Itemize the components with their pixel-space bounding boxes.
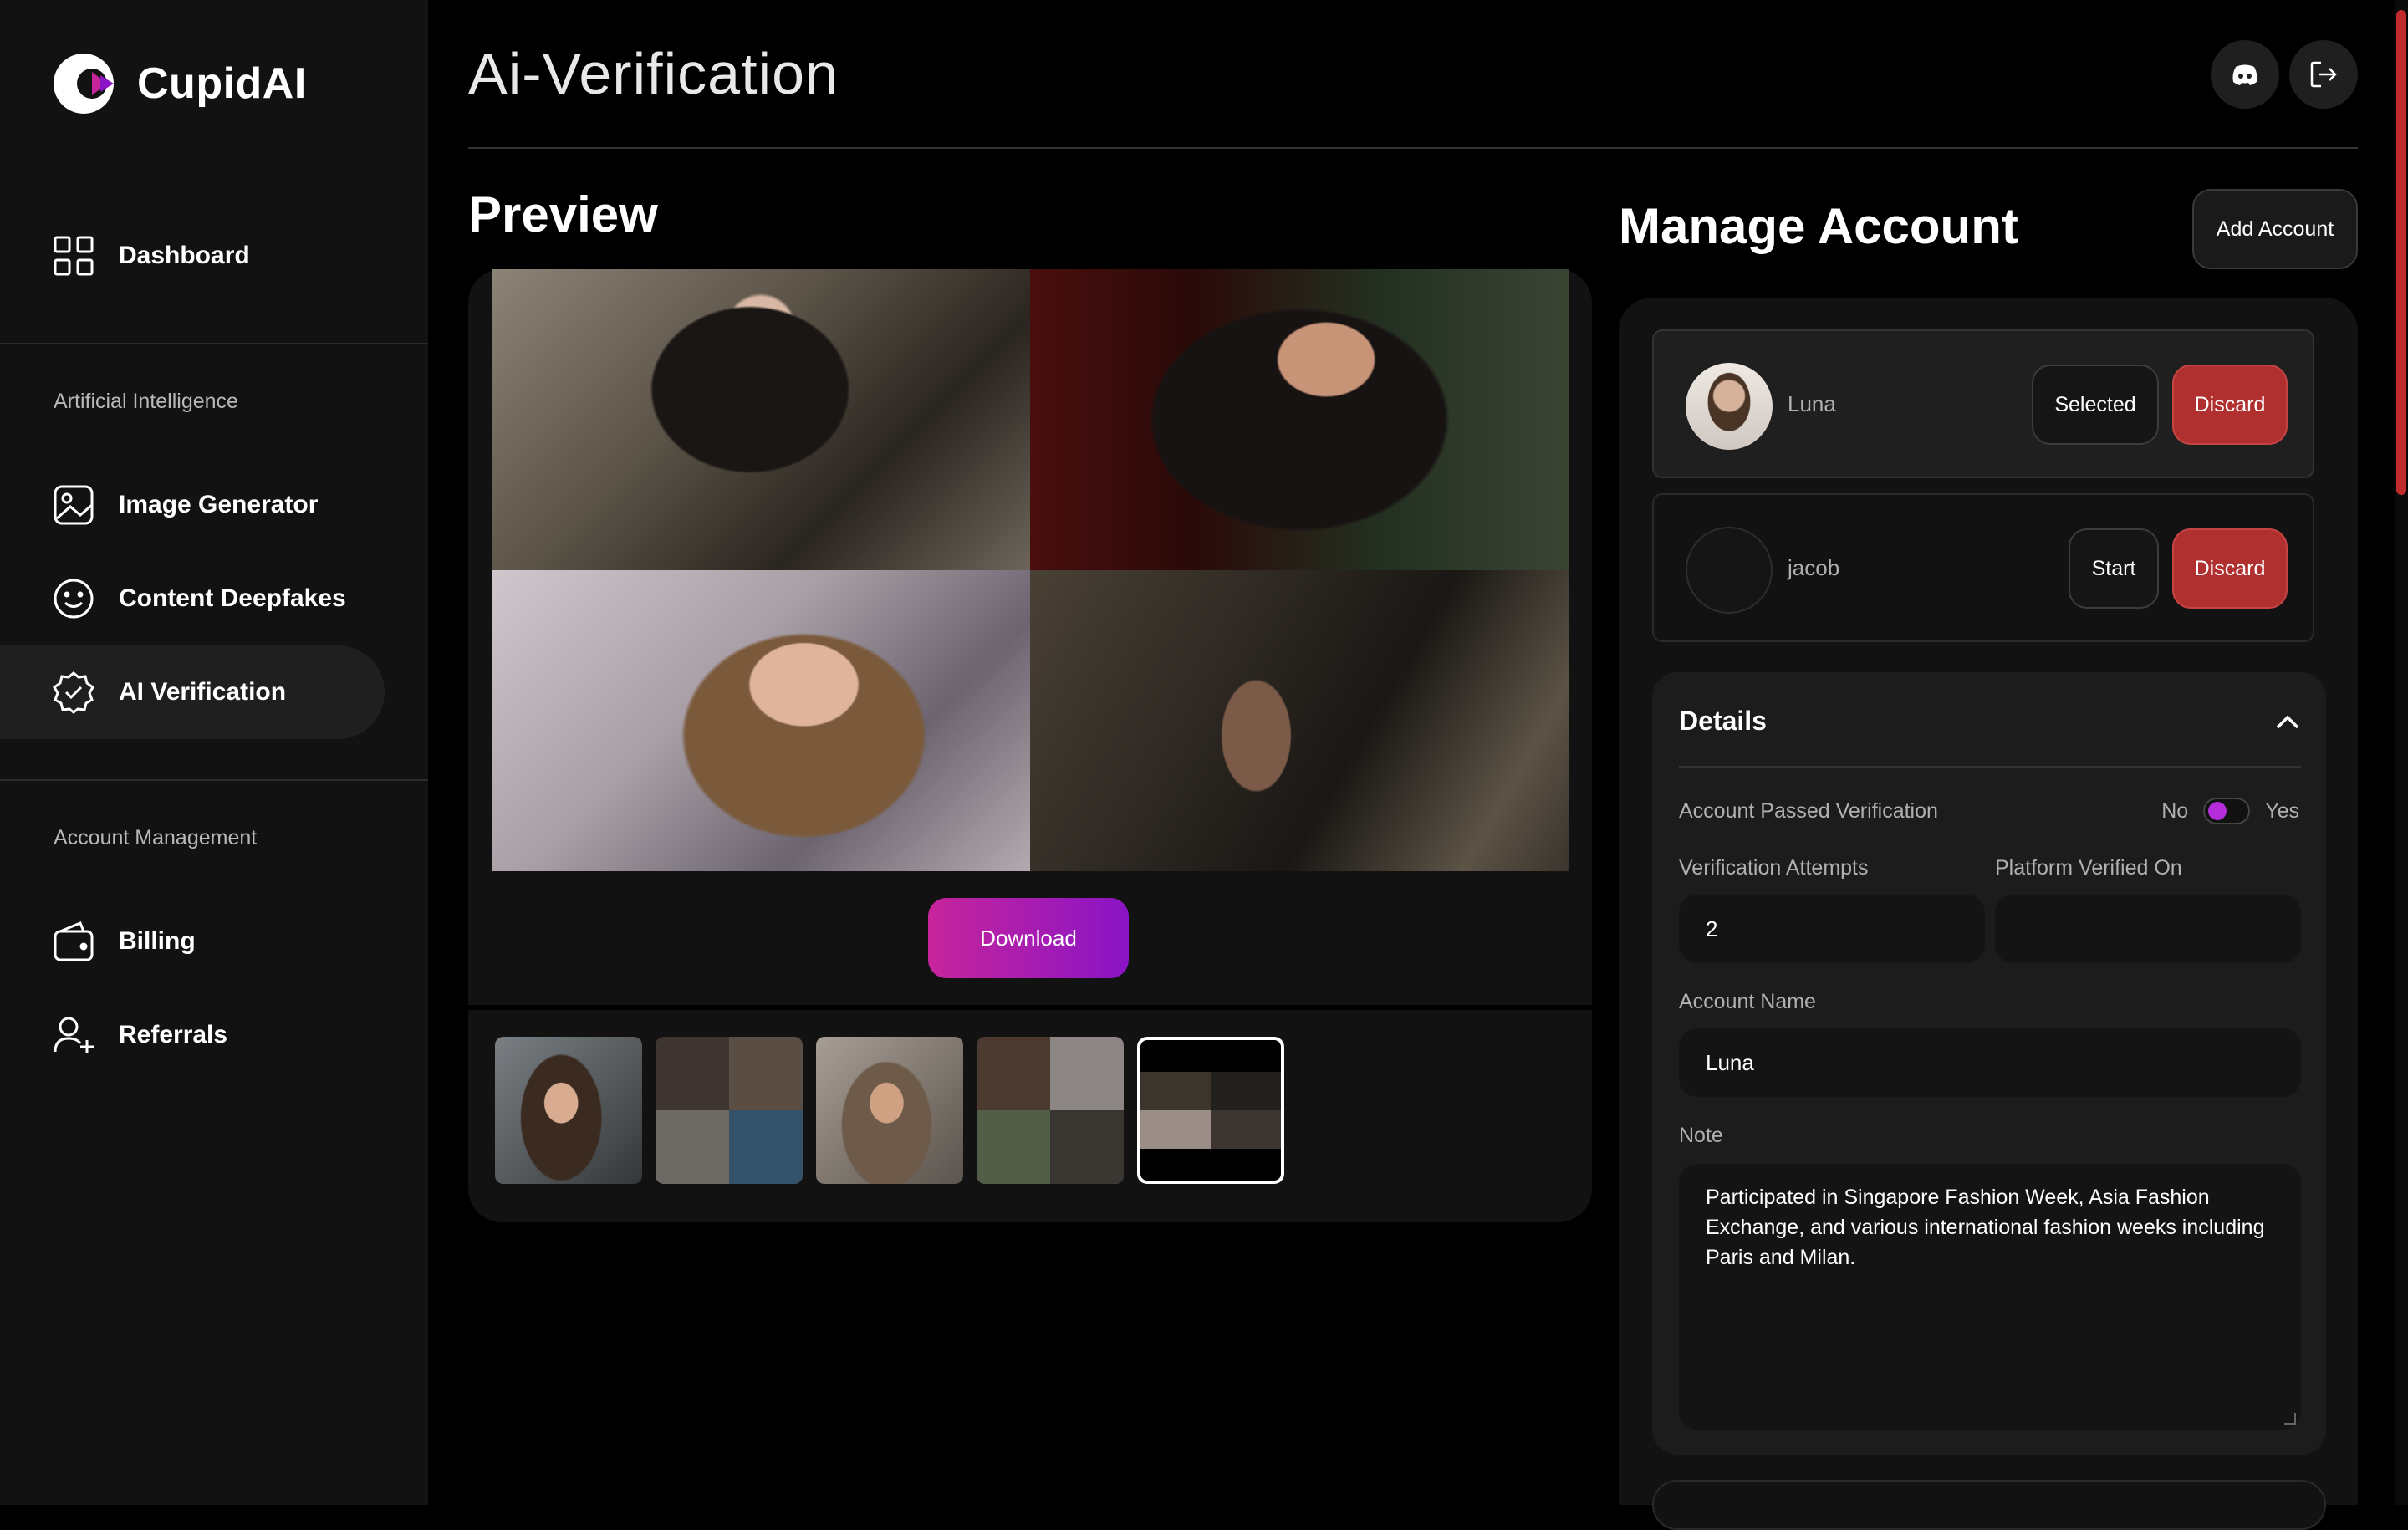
- note-label: Note: [1679, 1124, 1723, 1147]
- thumbnail[interactable]: [495, 1037, 642, 1184]
- image-icon: [54, 485, 94, 525]
- avatar: [1686, 363, 1773, 450]
- add-user-icon: [54, 1017, 94, 1053]
- sidebar-item-billing[interactable]: Billing: [0, 895, 385, 988]
- sidebar-item-label: Dashboard: [119, 242, 250, 269]
- dashboard-grid-icon: [54, 236, 94, 276]
- sidebar-item-referrals[interactable]: Referrals: [0, 988, 385, 1082]
- sidebar-divider: [0, 343, 428, 344]
- platform-input[interactable]: [1995, 895, 2301, 963]
- account-name-label: Account Name: [1679, 990, 1816, 1013]
- verified-badge-icon: [53, 671, 94, 714]
- verification-toggle-group: No Yes: [2161, 798, 2299, 824]
- platform-label: Platform Verified On: [1995, 856, 2182, 880]
- thumbnail-selected[interactable]: [1137, 1037, 1284, 1184]
- details-title: Details: [1679, 706, 1767, 736]
- thumbnail[interactable]: [656, 1037, 803, 1184]
- section-label-ai: Artificial Intelligence: [54, 390, 238, 413]
- discard-button[interactable]: Discard: [2172, 365, 2288, 445]
- chevron-up-icon[interactable]: [2269, 704, 2306, 741]
- thumbnail[interactable]: [816, 1037, 963, 1184]
- discard-button[interactable]: Discard: [2172, 528, 2288, 609]
- account-row[interactable]: Luna Selected Discard: [1652, 329, 2314, 478]
- logo[interactable]: CupidAI: [52, 50, 307, 117]
- selected-button[interactable]: Selected: [2032, 365, 2159, 445]
- verification-toggle[interactable]: [2203, 798, 2251, 824]
- start-button[interactable]: Start: [2069, 528, 2159, 609]
- logout-icon: [2310, 61, 2337, 88]
- cupidai-logo-icon: [54, 54, 114, 114]
- thumbnail-strip: [495, 1037, 1284, 1184]
- avatar-placeholder: [1686, 527, 1773, 614]
- preview-image: [492, 269, 1030, 570]
- account-name-input[interactable]: Luna: [1679, 1028, 2301, 1097]
- account-row[interactable]: jacob Start Discard: [1652, 493, 2314, 642]
- sidebar-item-label: Referrals: [119, 1021, 228, 1048]
- smile-icon: [54, 579, 94, 619]
- sidebar-divider: [0, 779, 428, 781]
- logout-button[interactable]: [2289, 40, 2358, 109]
- sidebar-item-image-generator[interactable]: Image Generator: [0, 458, 385, 552]
- preview-image: [1030, 269, 1569, 570]
- toggle-yes-label: Yes: [2265, 798, 2299, 823]
- preview-image-grid: [492, 269, 1569, 871]
- sidebar-item-label: Image Generator: [119, 491, 319, 518]
- section-label-account-management: Account Management: [54, 826, 258, 849]
- thumbnail-image: [1140, 1072, 1281, 1149]
- thumbnail[interactable]: [977, 1037, 1124, 1184]
- details-panel: Details Account Passed Verification No Y…: [1652, 672, 2326, 1455]
- sidebar-item-label: Content Deepfakes: [119, 584, 346, 612]
- scrollbar-thumb[interactable]: [2396, 10, 2406, 495]
- sidebar-item-ai-verification[interactable]: AI Verification: [0, 645, 385, 739]
- account-name: Luna: [1788, 391, 1836, 416]
- page-title: Ai-Verification: [468, 41, 839, 106]
- account-name: jacob: [1788, 555, 1840, 580]
- note-text: Participated in Singapore Fashion Week, …: [1706, 1186, 2265, 1269]
- passed-verification-label: Account Passed Verification: [1679, 799, 1938, 823]
- manage-account-title: Manage Account: [1619, 198, 2018, 254]
- preview-divider: [468, 1005, 1592, 1010]
- sidebar-item-label: Billing: [119, 927, 196, 955]
- app-name: CupidAI: [137, 59, 307, 108]
- preview-image: [1030, 570, 1569, 871]
- discord-button[interactable]: [2211, 40, 2279, 109]
- details-divider: [1679, 766, 2301, 768]
- sidebar: CupidAI Dashboard Artificial Intelligenc…: [0, 0, 428, 1505]
- accounts-panel: Luna Selected Discard jacob Start Discar…: [1619, 298, 2358, 1530]
- resize-handle-icon[interactable]: [2284, 1413, 2296, 1425]
- toggle-no-label: No: [2161, 798, 2189, 823]
- discord-icon: [2232, 64, 2258, 85]
- note-textarea[interactable]: Participated in Singapore Fashion Week, …: [1679, 1164, 2301, 1430]
- collapsed-panel[interactable]: [1652, 1480, 2326, 1530]
- wallet-icon: [54, 921, 94, 961]
- preview-title: Preview: [468, 186, 658, 242]
- sidebar-item-dashboard[interactable]: Dashboard: [0, 209, 385, 303]
- download-button[interactable]: Download: [928, 898, 1129, 978]
- preview-card: Download: [468, 269, 1592, 1222]
- attempts-label: Verification Attempts: [1679, 856, 1869, 880]
- attempts-input[interactable]: 2: [1679, 895, 1985, 963]
- add-account-button[interactable]: Add Account: [2192, 189, 2358, 269]
- sidebar-item-label: AI Verification: [119, 678, 287, 706]
- preview-image: [492, 570, 1030, 871]
- header-divider: [468, 147, 2358, 149]
- sidebar-item-content-deepfakes[interactable]: Content Deepfakes: [0, 552, 385, 645]
